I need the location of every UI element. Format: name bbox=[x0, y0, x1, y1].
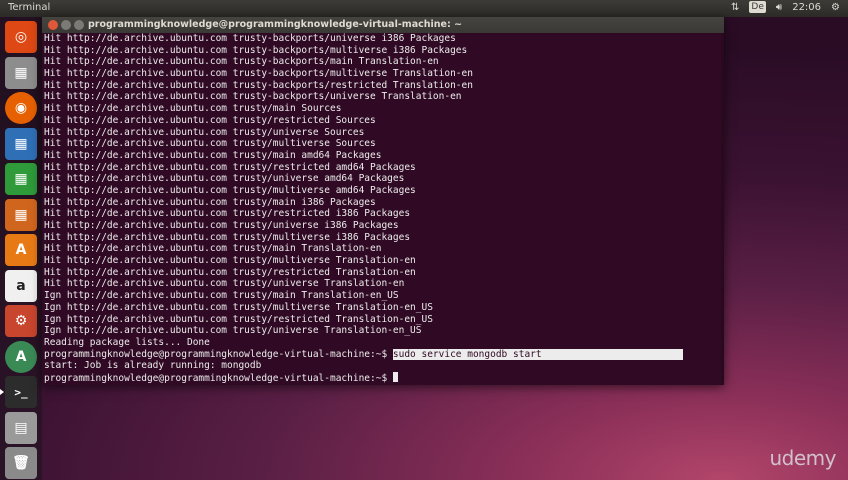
terminal-line: Hit http://de.archive.ubuntu.com trusty/… bbox=[44, 208, 411, 220]
text-cursor bbox=[392, 371, 398, 382]
terminal-line: Hit http://de.archive.ubuntu.com trusty/… bbox=[44, 126, 365, 138]
command-output: start: Job is already running: mongodb bbox=[44, 360, 262, 372]
terminal-line: Ign http://de.archive.ubuntu.com trusty/… bbox=[44, 313, 433, 325]
terminal-line: Hit http://de.archive.ubuntu.com trusty-… bbox=[44, 79, 473, 91]
terminal-line: Hit http://de.archive.ubuntu.com trusty/… bbox=[44, 161, 416, 173]
terminal-line: Hit http://de.archive.ubuntu.com trusty/… bbox=[44, 138, 376, 150]
window-titlebar[interactable]: programmingknowledge@programmingknowledg… bbox=[42, 17, 724, 33]
terminal-line: Hit http://de.archive.ubuntu.com trusty/… bbox=[44, 184, 416, 196]
system-settings-icon[interactable]: ⚙ bbox=[5, 305, 37, 337]
clock[interactable]: 22:06 bbox=[792, 2, 821, 13]
firefox-icon[interactable]: ◉ bbox=[5, 92, 37, 124]
terminal-line: Hit http://de.archive.ubuntu.com trusty/… bbox=[44, 266, 416, 278]
terminal-line: Hit http://de.archive.ubuntu.com trusty/… bbox=[44, 220, 399, 231]
terminal-icon[interactable]: >_ bbox=[5, 376, 37, 408]
active-prompt-line[interactable]: programmingknowledge@programmingknowledg… bbox=[44, 371, 720, 384]
terminal-line: Hit http://de.archive.ubuntu.com trusty/… bbox=[44, 149, 382, 161]
software-center-icon[interactable]: A bbox=[5, 234, 37, 266]
selection-highlight bbox=[541, 348, 683, 360]
scrollbar[interactable] bbox=[721, 33, 724, 385]
terminal-line: Hit http://de.archive.ubuntu.com trusty/… bbox=[44, 231, 411, 243]
gear-icon[interactable]: ⚙ bbox=[831, 2, 840, 13]
udemy-watermark: udemy bbox=[769, 446, 837, 470]
volume-icon[interactable]: 🔊︎ bbox=[776, 2, 782, 13]
network-icon[interactable]: ⇅ bbox=[731, 2, 739, 13]
close-button[interactable] bbox=[48, 20, 58, 30]
usb-drive-icon[interactable]: ▤ bbox=[5, 411, 37, 444]
libreoffice-calc-icon[interactable]: ▦ bbox=[5, 163, 37, 195]
top-panel: Terminal ⇅ De 🔊︎ 22:06 ⚙ bbox=[0, 0, 848, 17]
libreoffice-impress-icon[interactable]: ▦ bbox=[5, 198, 37, 231]
maximize-button[interactable] bbox=[74, 20, 84, 30]
system-tray: ⇅ De 🔊︎ 22:06 ⚙ bbox=[731, 1, 840, 13]
terminal-line: Hit http://de.archive.ubuntu.com trusty/… bbox=[44, 278, 405, 290]
terminal-line: Reading package lists... Done bbox=[44, 336, 210, 348]
panel-app-title: Terminal bbox=[8, 2, 51, 13]
window-title: programmingknowledge@programmingknowledg… bbox=[88, 19, 463, 30]
unity-launcher: ◎ ▦ ◉ ▦ ▦ ▦ Aa ⚙ A >_ ▤ 🗑︎ bbox=[0, 17, 42, 480]
terminal-line: Hit http://de.archive.ubuntu.com trusty-… bbox=[44, 68, 473, 80]
terminal-line: Ign http://de.archive.ubuntu.com trusty/… bbox=[44, 325, 422, 337]
terminal-line: Hit http://de.archive.ubuntu.com trusty-… bbox=[44, 44, 468, 56]
entered-command: sudo service mongodb start bbox=[392, 348, 542, 360]
active-app-indicator bbox=[0, 389, 4, 395]
terminal-line: Hit http://de.archive.ubuntu.com trusty/… bbox=[44, 255, 416, 267]
terminal-line: Ign http://de.archive.ubuntu.com trusty/… bbox=[44, 301, 433, 313]
keyboard-layout-indicator[interactable]: De bbox=[749, 1, 766, 13]
shell-prompt: programmingknowledge@programmingknowledg… bbox=[44, 348, 393, 360]
file-manager-icon[interactable]: ▦ bbox=[5, 56, 37, 89]
command-line: programmingknowledge@programmingknowledg… bbox=[44, 348, 720, 361]
terminal-line: Hit http://de.archive.ubuntu.com trusty/… bbox=[44, 243, 382, 255]
trash-icon[interactable]: 🗑︎ bbox=[5, 447, 37, 479]
terminal-line: Hit http://de.archive.ubuntu.com trusty-… bbox=[44, 91, 462, 103]
terminal-line: Hit http://de.archive.ubuntu.com trusty/… bbox=[44, 196, 376, 208]
amazon-icon[interactable]: a bbox=[5, 269, 37, 302]
terminal-line: Hit http://de.archive.ubuntu.com trusty/… bbox=[44, 173, 405, 185]
libreoffice-writer-icon[interactable]: ▦ bbox=[5, 127, 37, 160]
terminal-line: Ign http://de.archive.ubuntu.com trusty/… bbox=[44, 290, 399, 302]
terminal-line: Hit http://de.archive.ubuntu.com trusty-… bbox=[44, 56, 439, 68]
software-updater-icon[interactable]: A bbox=[5, 340, 37, 373]
terminal-line: Hit http://de.archive.ubuntu.com trusty-… bbox=[44, 33, 456, 44]
shell-prompt: programmingknowledge@programmingknowledg… bbox=[44, 372, 393, 384]
terminal-window[interactable]: programmingknowledge@programmingknowledg… bbox=[42, 17, 724, 385]
minimize-button[interactable] bbox=[61, 20, 71, 30]
terminal-line: Hit http://de.archive.ubuntu.com trusty/… bbox=[44, 114, 376, 126]
terminal-output[interactable]: Hit http://de.archive.ubuntu.com trusty-… bbox=[44, 33, 720, 385]
ubuntu-logo-icon[interactable]: ◎ bbox=[5, 21, 37, 53]
terminal-line: Hit http://de.archive.ubuntu.com trusty/… bbox=[44, 103, 342, 115]
